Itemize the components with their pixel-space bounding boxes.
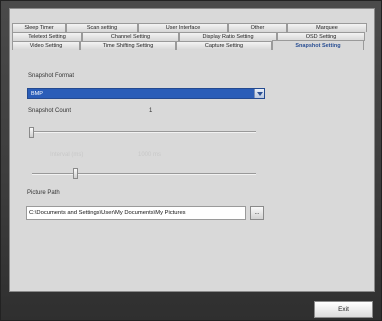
tab-row-1: Sleep Timer Scan setting User Interface … (10, 23, 376, 32)
tab-snapshot-setting[interactable]: Snapshot Setting (272, 40, 364, 50)
picture-path-label: Picture Path (27, 190, 60, 196)
interval-value: 1000 ms (138, 152, 162, 158)
settings-window: Sleep Timer Scan setting User Interface … (0, 0, 382, 321)
snapshot-count-label: Snapshot Count (28, 108, 72, 114)
tab-scan-setting[interactable]: Scan setting (66, 23, 138, 32)
snapshot-settings-content: Snapshot Format BMP Snapshot Count 1 Int… (10, 51, 374, 291)
snapshot-count-track (30, 131, 256, 133)
snapshot-format-label: Snapshot Format (28, 73, 75, 79)
snapshot-count-slider[interactable] (29, 127, 34, 138)
exit-button[interactable]: Exit (314, 301, 373, 318)
interval-track (32, 173, 256, 175)
browse-button[interactable]: ... (250, 206, 264, 220)
snapshot-format-select[interactable]: BMP (27, 88, 265, 99)
interval-slider[interactable] (73, 168, 78, 179)
tab-channel-setting[interactable]: Channel Setting (82, 32, 179, 41)
tab-sleep-timer[interactable]: Sleep Timer (12, 23, 66, 32)
tab-capture-setting[interactable]: Capture Setting (176, 41, 272, 50)
tab-other[interactable]: Other (228, 23, 287, 32)
tab-row-3: Video Setting Time Shifting Setting Capt… (10, 40, 376, 50)
tab-video-setting[interactable]: Video Setting (12, 41, 80, 50)
snapshot-format-value: BMP (31, 90, 43, 97)
tab-user-interface[interactable]: User Interface (138, 23, 228, 32)
settings-panel: Sleep Timer Scan setting User Interface … (9, 8, 375, 292)
chevron-down-icon[interactable] (254, 89, 264, 98)
interval-label: Interval (ms) (50, 152, 84, 158)
picture-path-input[interactable]: C:\Documents and Settings\User\My Docume… (26, 206, 246, 220)
tab-time-shifting-setting[interactable]: Time Shifting Setting (80, 41, 176, 50)
tab-teletext-setting[interactable]: Teletext Setting (12, 32, 82, 41)
snapshot-count-value: 1 (149, 108, 153, 114)
tab-display-ratio-setting[interactable]: Display Ratio Setting (179, 32, 277, 41)
tab-marquee[interactable]: Marquee (287, 23, 367, 32)
